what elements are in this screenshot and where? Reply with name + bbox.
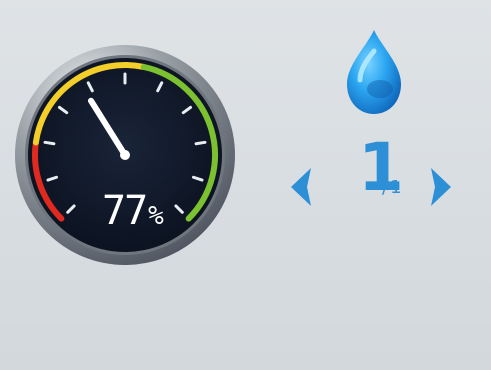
gauge-tick <box>43 140 56 146</box>
water-drop-icon <box>339 28 409 118</box>
water-level-display: 1 /1 <box>358 132 418 212</box>
humidity-unit: % <box>148 201 164 231</box>
gauge-needle-hub <box>120 150 130 160</box>
humidity-readout: 77% <box>102 186 192 236</box>
device-screen: 77% 1 /1 <box>0 0 491 370</box>
chevron-right-icon <box>431 168 451 206</box>
decrease-level-button[interactable] <box>284 165 314 209</box>
gauge-tick <box>194 140 207 146</box>
humidity-gauge: 77% <box>6 45 244 265</box>
chevron-left-icon <box>291 168 311 206</box>
humidity-value: 77 <box>102 188 148 234</box>
increase-level-button[interactable] <box>428 165 458 209</box>
water-level-sub: /1 <box>382 177 404 198</box>
